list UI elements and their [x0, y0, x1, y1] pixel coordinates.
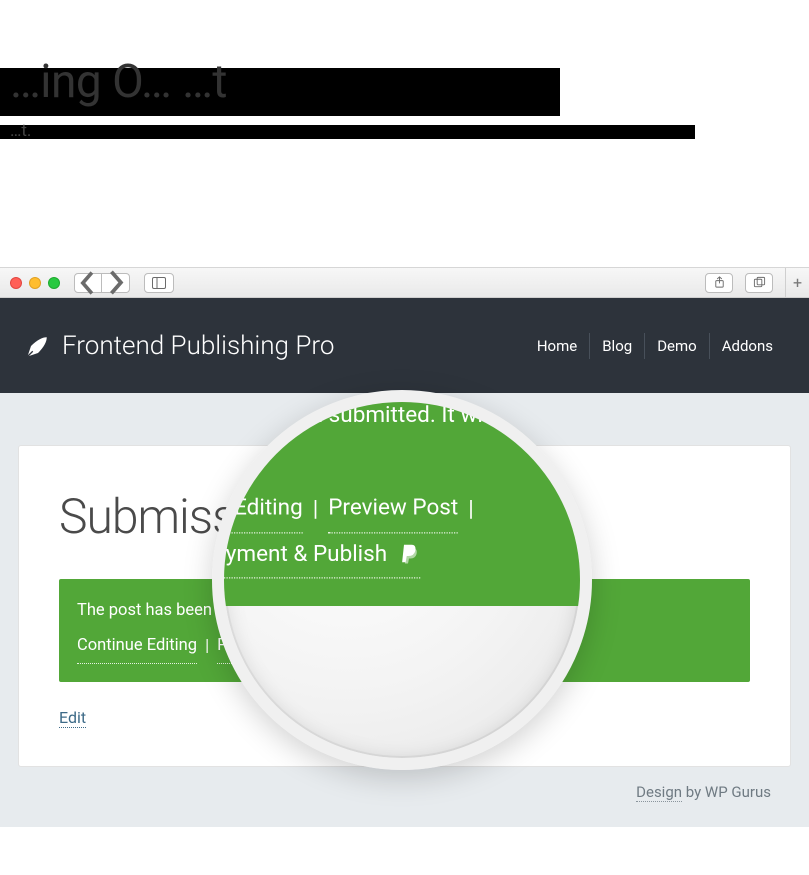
menu-item-demo[interactable]: Demo [644, 333, 709, 359]
menu-item-blog[interactable]: Blog [589, 333, 644, 359]
lens-notice-message: The post has been submitted. It will be … [212, 395, 592, 480]
share-icon [713, 276, 726, 289]
browser-toolbar: + [0, 268, 809, 298]
separator: | [468, 489, 474, 532]
magnifier-lens: Submission Form The post has been submit… [212, 390, 592, 770]
hero-title: …ing O… …t [0, 55, 227, 109]
design-link[interactable]: Design [636, 783, 682, 802]
hero-subtitle: …t. [0, 121, 31, 141]
tabs-button[interactable] [745, 273, 773, 293]
paypal-icon [400, 542, 420, 565]
site-header: Frontend Publishing Pro Home Blog Demo A… [0, 298, 809, 393]
tabs-icon [753, 276, 766, 289]
sidebar-icon [152, 277, 166, 289]
lens-make-payment-link[interactable]: Make Payment & Publish [212, 533, 420, 578]
chevron-left-icon [75, 270, 101, 296]
new-tab-button[interactable]: + [785, 268, 809, 298]
menu-item-addons[interactable]: Addons [709, 333, 785, 359]
menu-item-home[interactable]: Home [525, 333, 589, 359]
forward-button[interactable] [102, 273, 130, 293]
main-menu: Home Blog Demo Addons [525, 333, 785, 359]
continue-editing-link[interactable]: Continue Editing [77, 630, 197, 663]
edit-link[interactable]: Edit [59, 708, 86, 728]
footer-by: by WP Gurus [682, 783, 771, 801]
separator: | [205, 631, 209, 662]
close-window-icon[interactable] [10, 277, 22, 289]
lens-make-payment-label: Make Payment & Publish [212, 540, 387, 566]
chevron-right-icon [102, 269, 129, 296]
lens-continue-editing-link[interactable]: Continue Editing [212, 488, 303, 533]
minimize-window-icon[interactable] [29, 277, 41, 289]
maximize-window-icon[interactable] [48, 277, 60, 289]
share-button[interactable] [705, 273, 733, 293]
lens-notice: The post has been submitted. It will be … [212, 390, 592, 606]
footer-credit: Design by WP Gurus [18, 767, 791, 801]
separator: | [313, 489, 319, 532]
sidebar-toggle-button[interactable] [144, 273, 174, 293]
lens-preview-post-link[interactable]: Preview Post [328, 488, 458, 533]
back-button[interactable] [74, 273, 102, 293]
site-brand[interactable]: Frontend Publishing Pro [24, 331, 334, 361]
pen-icon [24, 332, 52, 360]
brand-label: Frontend Publishing Pro [62, 331, 334, 361]
window-controls [10, 277, 60, 289]
